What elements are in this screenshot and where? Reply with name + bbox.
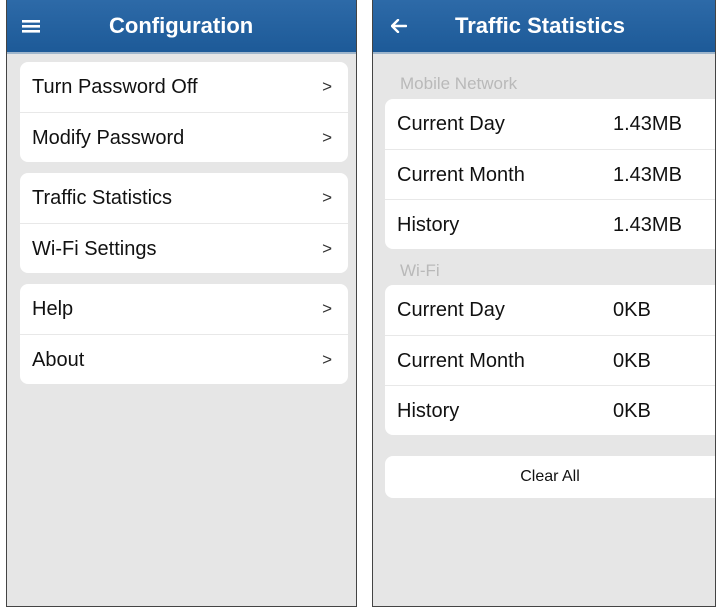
menu-item-modify-password[interactable]: Modify Password > xyxy=(20,112,348,162)
app-bar: Traffic Statistics xyxy=(373,0,715,54)
settings-group-info: Help > About > xyxy=(20,284,348,384)
menu-item-label: Turn Password Off xyxy=(32,76,198,98)
chevron-right-icon: > xyxy=(322,239,332,258)
stat-label: Current Day xyxy=(397,299,505,321)
settings-group-network: Traffic Statistics > Wi-Fi Settings > xyxy=(20,173,348,273)
page-title: Configuration xyxy=(109,13,254,38)
menu-item-about[interactable]: About > xyxy=(20,334,348,384)
chevron-right-icon: > xyxy=(322,188,332,207)
stat-row-current-day: Current Day 1.43MB xyxy=(385,99,715,149)
traffic-statistics-screen: Traffic Statistics Mobile Network Curren… xyxy=(372,0,716,607)
menu-item-label: Help xyxy=(32,298,74,320)
chevron-right-icon: > xyxy=(322,77,332,96)
menu-item-label: About xyxy=(32,349,85,371)
clear-all-button[interactable]: Clear All xyxy=(385,456,715,498)
stat-value: 0KB xyxy=(613,299,651,321)
stat-label: Current Month xyxy=(397,164,525,186)
menu-item-label: Modify Password xyxy=(32,127,185,149)
stat-row-history: History 0KB xyxy=(385,385,715,435)
stat-row-current-month: Current Month 0KB xyxy=(385,335,715,385)
mobile-network-stats: Current Day 1.43MB Current Month 1.43MB … xyxy=(385,99,715,249)
chevron-right-icon: > xyxy=(322,350,332,369)
menu-item-traffic-statistics[interactable]: Traffic Statistics > xyxy=(20,173,348,223)
app-bar: Configuration xyxy=(7,0,356,54)
menu-item-wifi-settings[interactable]: Wi-Fi Settings > xyxy=(20,223,348,273)
section-heading-mobile-network: Mobile Network xyxy=(400,74,518,93)
stat-label: History xyxy=(397,400,460,422)
menu-item-label: Traffic Statistics xyxy=(32,187,173,209)
hamburger-menu-icon[interactable] xyxy=(11,0,51,52)
menu-item-help[interactable]: Help > xyxy=(20,284,348,334)
stat-value: 1.43MB xyxy=(613,164,682,186)
chevron-right-icon: > xyxy=(322,128,332,147)
menu-item-turn-password-off[interactable]: Turn Password Off > xyxy=(20,62,348,112)
configuration-screen: Configuration Turn Password Off > Modify… xyxy=(6,0,357,607)
stat-value: 0KB xyxy=(613,350,651,372)
stat-value: 1.43MB xyxy=(613,113,682,135)
settings-group-password: Turn Password Off > Modify Password > xyxy=(20,62,348,162)
back-arrow-icon[interactable] xyxy=(379,0,419,52)
stat-row-current-month: Current Month 1.43MB xyxy=(385,149,715,199)
stat-label: History xyxy=(397,214,460,236)
stat-label: Current Day xyxy=(397,113,505,135)
stat-row-history: History 1.43MB xyxy=(385,199,715,249)
stat-value: 1.43MB xyxy=(613,214,682,236)
stat-value: 0KB xyxy=(613,400,651,422)
stat-row-current-day: Current Day 0KB xyxy=(385,285,715,335)
menu-item-label: Wi-Fi Settings xyxy=(32,238,157,260)
stat-label: Current Month xyxy=(397,350,525,372)
wifi-stats: Current Day 0KB Current Month 0KB Histor… xyxy=(385,285,715,435)
chevron-right-icon: > xyxy=(322,299,332,318)
section-heading-wifi: Wi-Fi xyxy=(400,261,440,280)
page-title: Traffic Statistics xyxy=(455,13,625,38)
